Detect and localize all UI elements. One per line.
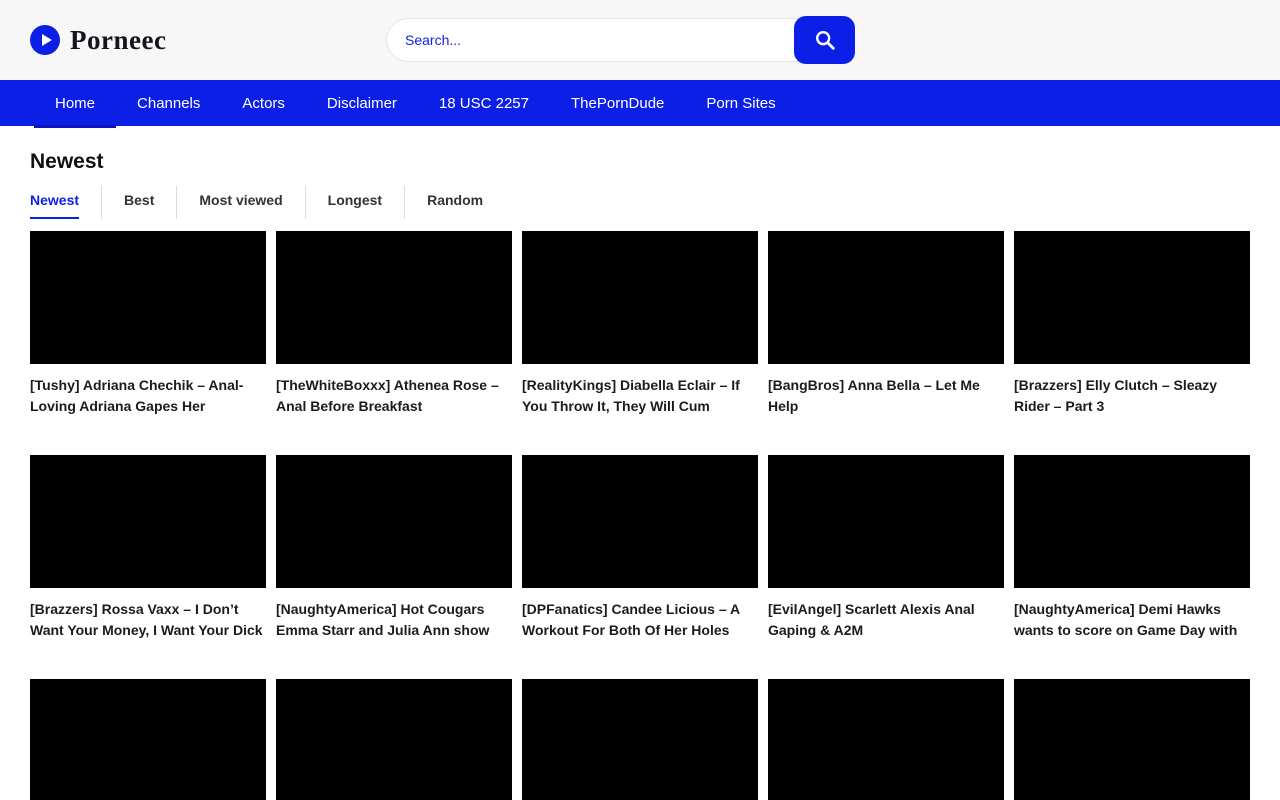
tab-most-viewed[interactable]: Most viewed xyxy=(176,186,304,219)
main-content: Newest Newest Best Most viewed Longest Rando… xyxy=(0,150,1280,800)
video-thumbnail[interactable] xyxy=(522,455,758,588)
tab-label: Random xyxy=(427,186,483,219)
video-title[interactable]: [NaughtyAmerica] Hot Cougars Emma Starr … xyxy=(276,599,512,641)
tab-newest[interactable]: Newest xyxy=(30,186,101,219)
video-card: [NaughtyAmerica] Demi Hawks wants to sco… xyxy=(1014,455,1250,641)
nav-item-actors[interactable]: Actors xyxy=(221,80,306,126)
video-thumbnail[interactable] xyxy=(768,679,1004,800)
video-card xyxy=(1014,679,1250,800)
tab-label: Most viewed xyxy=(199,186,282,219)
video-thumbnail[interactable] xyxy=(768,455,1004,588)
video-card xyxy=(522,679,758,800)
tab-longest[interactable]: Longest xyxy=(305,186,404,219)
tab-label: Best xyxy=(124,186,154,219)
video-title[interactable]: [DPFanatics] Candee Licious – A Workout … xyxy=(522,599,758,641)
video-thumbnail[interactable] xyxy=(522,679,758,800)
video-thumbnail[interactable] xyxy=(30,679,266,800)
tab-best[interactable]: Best xyxy=(101,186,176,219)
video-thumbnail[interactable] xyxy=(276,679,512,800)
video-title[interactable]: [RealityKings] Diabella Eclair – If You … xyxy=(522,375,758,417)
header: Porneec xyxy=(0,0,1280,80)
video-thumbnail[interactable] xyxy=(30,455,266,588)
play-icon xyxy=(30,25,60,55)
video-card: [Tushy] Adriana Chechik – Anal-Loving Ad… xyxy=(30,231,266,417)
nav-item-porn-sites[interactable]: Porn Sites xyxy=(685,80,796,126)
video-title[interactable]: [TheWhiteBoxxx] Athenea Rose – Anal Befo… xyxy=(276,375,512,417)
search-icon xyxy=(814,29,836,51)
video-thumbnail[interactable] xyxy=(522,231,758,364)
video-card xyxy=(30,679,266,800)
video-card: [NaughtyAmerica] Hot Cougars Emma Starr … xyxy=(276,455,512,641)
nav-item-home[interactable]: Home xyxy=(34,80,116,126)
site-logo[interactable]: Porneec xyxy=(30,25,166,56)
video-card xyxy=(276,679,512,800)
tab-label: Newest xyxy=(30,186,79,219)
video-title[interactable]: [Brazzers] Elly Clutch – Sleazy Rider – … xyxy=(1014,375,1250,417)
video-title[interactable]: [BangBros] Anna Bella – Let Me Help xyxy=(768,375,1004,417)
logo-text: Porneec xyxy=(70,25,166,56)
video-card: [RealityKings] Diabella Eclair – If You … xyxy=(522,231,758,417)
nav-item-disclaimer[interactable]: Disclaimer xyxy=(306,80,418,126)
video-card: [Brazzers] Elly Clutch – Sleazy Rider – … xyxy=(1014,231,1250,417)
video-thumbnail[interactable] xyxy=(768,231,1004,364)
tabs: Newest Best Most viewed Longest Random xyxy=(30,186,1250,219)
video-thumbnail[interactable] xyxy=(1014,455,1250,588)
nav-item-theporndude[interactable]: ThePornDude xyxy=(550,80,685,126)
video-grid: [Tushy] Adriana Chechik – Anal-Loving Ad… xyxy=(30,231,1250,800)
main-nav: HomeChannelsActorsDisclaimer18 USC 2257T… xyxy=(0,80,1280,126)
nav-item-18-usc-2257[interactable]: 18 USC 2257 xyxy=(418,80,550,126)
video-title[interactable]: [Brazzers] Rossa Vaxx – I Don’t Want You… xyxy=(30,599,266,641)
search-button[interactable] xyxy=(794,16,855,64)
video-thumbnail[interactable] xyxy=(1014,679,1250,800)
video-card: [Brazzers] Rossa Vaxx – I Don’t Want You… xyxy=(30,455,266,641)
video-card: [DPFanatics] Candee Licious – A Workout … xyxy=(522,455,758,641)
nav-item-channels[interactable]: Channels xyxy=(116,80,221,126)
nav-list: HomeChannelsActorsDisclaimer18 USC 2257T… xyxy=(34,80,797,126)
video-thumbnail[interactable] xyxy=(276,231,512,364)
tab-random[interactable]: Random xyxy=(404,186,505,219)
search-bar xyxy=(386,18,854,62)
video-card xyxy=(768,679,1004,800)
video-card: [TheWhiteBoxxx] Athenea Rose – Anal Befo… xyxy=(276,231,512,417)
video-thumbnail[interactable] xyxy=(276,455,512,588)
video-title[interactable]: [EvilAngel] Scarlett Alexis Anal Gaping … xyxy=(768,599,1004,641)
tab-label: Longest xyxy=(328,186,382,219)
video-card: [BangBros] Anna Bella – Let Me Help xyxy=(768,231,1004,417)
video-card: [EvilAngel] Scarlett Alexis Anal Gaping … xyxy=(768,455,1004,641)
video-thumbnail[interactable] xyxy=(1014,231,1250,364)
video-thumbnail[interactable] xyxy=(30,231,266,364)
video-title[interactable]: [Tushy] Adriana Chechik – Anal-Loving Ad… xyxy=(30,375,266,417)
video-title[interactable]: [NaughtyAmerica] Demi Hawks wants to sco… xyxy=(1014,599,1250,641)
search-input[interactable] xyxy=(386,18,854,62)
page-title: Newest xyxy=(30,150,1250,174)
